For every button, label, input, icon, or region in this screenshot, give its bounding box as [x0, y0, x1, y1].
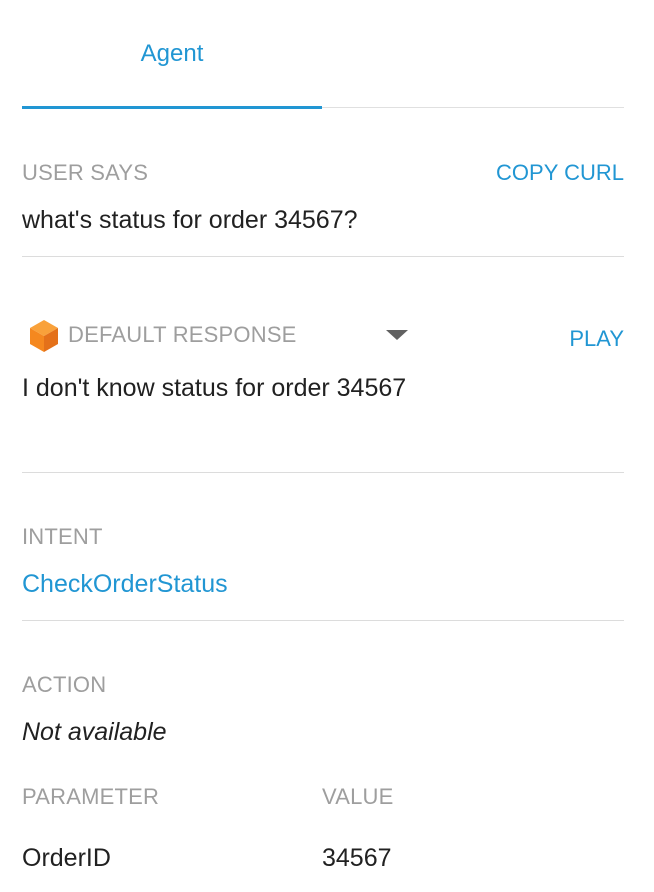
cube-icon — [28, 318, 60, 354]
user-says-text: what's status for order 34567? — [22, 206, 358, 234]
response-text: I don't know status for order 34567 — [22, 374, 407, 402]
parameter-column-header: PARAMETER — [22, 784, 160, 809]
action-value: Not available — [22, 718, 167, 746]
divider — [22, 620, 624, 621]
default-response-label: DEFAULT RESPONSE — [68, 322, 297, 347]
user-says-label: USER SAYS — [22, 160, 149, 185]
copy-curl-button[interactable]: COPY CURL — [496, 160, 624, 186]
dropdown-caret-icon[interactable] — [386, 330, 408, 340]
action-label: ACTION — [22, 672, 107, 697]
value-column-header: VALUE — [322, 784, 394, 809]
play-button[interactable]: PLAY — [569, 326, 624, 352]
intent-label: INTENT — [22, 524, 103, 549]
parameter-name: OrderID — [22, 844, 111, 872]
tab-agent[interactable]: Agent — [22, 40, 322, 68]
tab-active-indicator — [22, 106, 322, 109]
intent-link[interactable]: CheckOrderStatus — [22, 570, 228, 599]
parameter-value: 34567 — [322, 844, 392, 872]
divider — [22, 256, 624, 257]
divider — [22, 472, 624, 473]
